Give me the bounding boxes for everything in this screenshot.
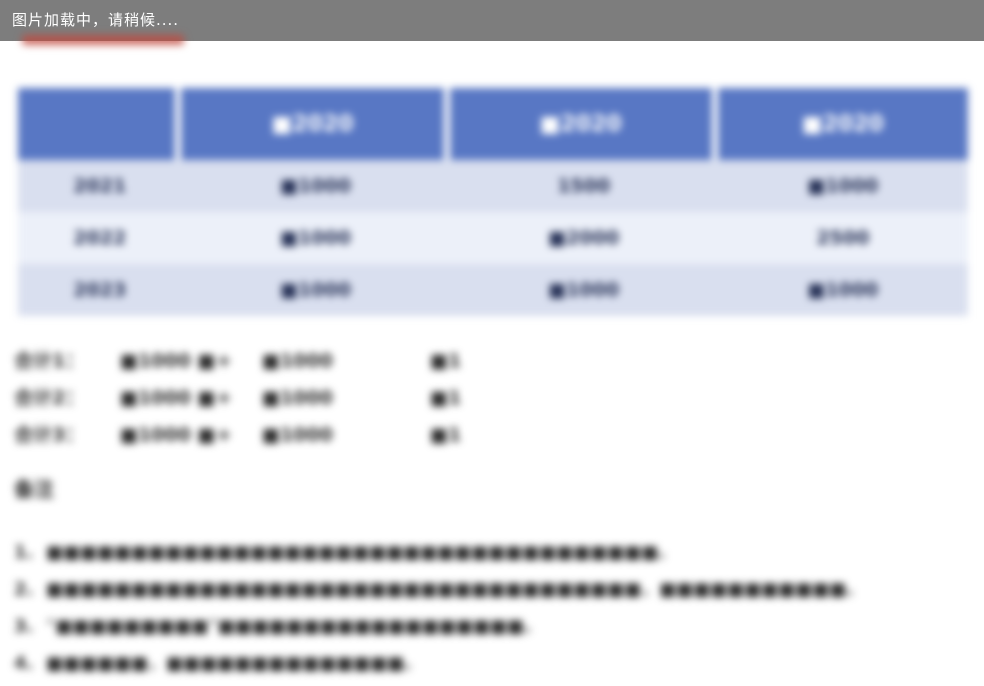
notes-list: 1. ■■■■■■■■■■■■■■■■■■■■■■■■■■■■■■■■■■■■。 … <box>14 534 864 682</box>
summary-operator: + <box>216 387 232 409</box>
notes-title: 备注 <box>14 477 54 501</box>
table-cell: ■1000 <box>717 264 968 316</box>
table-cell: ■1000 <box>181 264 450 316</box>
note-number: 3. <box>14 616 34 637</box>
summary-value: ■1000 <box>262 387 333 409</box>
table-row: 2022 ■1000 ■2000 2500 <box>18 212 968 264</box>
note-number: 1. <box>14 542 34 563</box>
table-cell: 2023 <box>18 264 182 316</box>
note-text: ■■■■■■■■■■■■■■■■■■■■■■■■■■■■■■■■■■■■。 <box>46 542 677 563</box>
summary-value: ■1000 <box>262 424 333 446</box>
table-row: 2021 ■1000 1500 ■1000 <box>18 160 968 212</box>
table-cell: 2500 <box>717 212 968 264</box>
note-number: 4. <box>14 653 34 674</box>
summary-operator: + <box>216 424 232 446</box>
table-cell: ■1000 <box>181 212 450 264</box>
note-number: 2. <box>14 579 34 600</box>
summary-label: 合计3： <box>14 424 85 446</box>
summary-result: ■1 <box>430 387 462 409</box>
summary-result: ■1 <box>430 350 462 372</box>
table-row: 2023 ■1000 ■1000 ■1000 <box>18 264 968 316</box>
summary-value: ■1000 ■ <box>120 350 216 372</box>
note-item: 1. ■■■■■■■■■■■■■■■■■■■■■■■■■■■■■■■■■■■■。 <box>14 534 864 571</box>
red-highlight-mark <box>22 35 184 45</box>
summary-value: ■1000 ■ <box>120 424 216 446</box>
table-header-cell: ■2020 <box>181 88 450 160</box>
note-item: 3. “■■■■■■■■■”■■■■■■■■■■■■■■■■■■。 <box>14 608 864 645</box>
table-cell: ■1000 <box>181 160 450 212</box>
summary-line: 合计3： ■1000 ■ + ■1000 ■1 <box>14 417 514 454</box>
summary-operator: + <box>216 350 232 372</box>
summary-line: 合计2： ■1000 ■ + ■1000 ■1 <box>14 380 514 417</box>
table-cell: 2021 <box>18 160 182 212</box>
table-cell: ■1000 <box>717 160 968 212</box>
note-text: ■■■■■■■■■■■■■■■■■■■■■■■■■■■■■■■■■■■，■■■■… <box>46 579 865 600</box>
table-header-cell <box>18 88 182 160</box>
table-cell: ■1000 <box>449 264 718 316</box>
table-cell: 1500 <box>449 160 718 212</box>
table-cell: ■2000 <box>449 212 718 264</box>
table-header-cell: ■2020 <box>717 88 968 160</box>
data-table: ■2020 ■2020 ■2020 2021 ■1000 1500 ■1000 … <box>18 88 968 316</box>
summary-result: ■1 <box>430 424 462 446</box>
note-text: ■■■■■■，■■■■■■■■■■■■■■。 <box>46 653 423 674</box>
blurred-image: ■2020 ■2020 ■2020 2021 ■1000 1500 ■1000 … <box>0 35 984 686</box>
summary-value: ■1000 <box>262 350 333 372</box>
summary-label: 合计2： <box>14 387 85 409</box>
summary-label: 合计1： <box>14 350 85 372</box>
note-text: “■■■■■■■■■”■■■■■■■■■■■■■■■■■■。 <box>46 616 542 637</box>
summary-value: ■1000 ■ <box>120 387 216 409</box>
table-header-row: ■2020 ■2020 ■2020 <box>18 88 968 160</box>
summary-block: 合计1： ■1000 ■ + ■1000 ■1 合计2： ■1000 ■ + ■… <box>14 343 514 454</box>
table-header-cell: ■2020 <box>449 88 718 160</box>
note-item: 4. ■■■■■■，■■■■■■■■■■■■■■。 <box>14 645 864 682</box>
note-item: 2. ■■■■■■■■■■■■■■■■■■■■■■■■■■■■■■■■■■■，■■… <box>14 571 864 608</box>
table-cell: 2022 <box>18 212 182 264</box>
summary-line: 合计1： ■1000 ■ + ■1000 ■1 <box>14 343 514 380</box>
